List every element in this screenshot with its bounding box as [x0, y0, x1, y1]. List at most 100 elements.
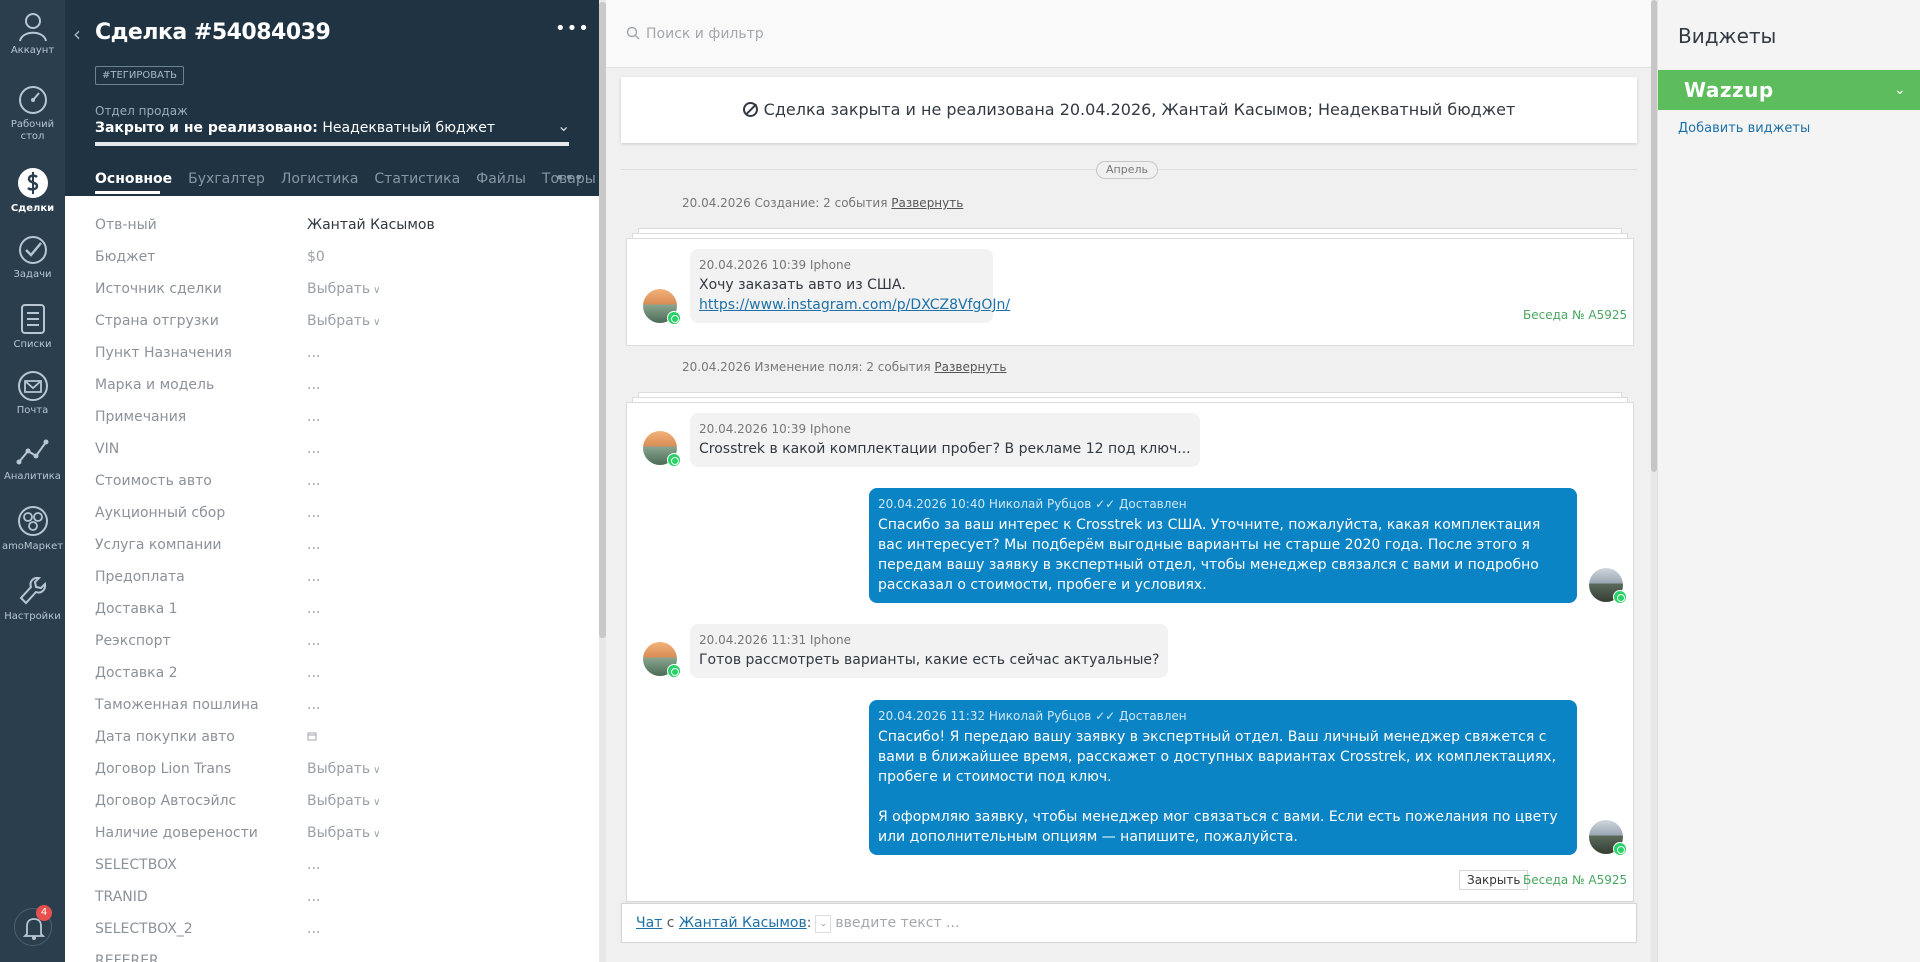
- back-chevron-icon[interactable]: ‹: [73, 22, 81, 46]
- composer-with-text: с: [666, 915, 675, 931]
- conversation-number[interactable]: Беседа № A5925: [1523, 873, 1627, 887]
- field-value[interactable]: ...: [307, 889, 320, 905]
- field-value[interactable]: ...: [307, 441, 320, 457]
- event-group-text: 20.04.2026 Создание: 2 события: [682, 196, 888, 210]
- field-value[interactable]: ...: [307, 537, 320, 553]
- tab-files[interactable]: Файлы: [476, 171, 526, 187]
- nav-item-lists[interactable]: Списки: [0, 302, 65, 351]
- lead-field: Примечания...: [95, 404, 575, 436]
- message-link[interactable]: https://www.instagram.com/p/DXCZ8VfgOJn/: [699, 297, 1010, 313]
- message-text: Crosstrek в какой комплектации пробег? В…: [699, 441, 1191, 457]
- chevron-down-icon[interactable]: ⌄: [557, 116, 570, 135]
- field-select[interactable]: Выбрать ∨: [307, 825, 381, 841]
- lead-field: Бюджет $0: [95, 244, 575, 276]
- notifications-badge: 4: [36, 905, 52, 921]
- nav-item-leads[interactable]: Сделки: [0, 166, 65, 215]
- lead-field: Договор Автосэйлс Выбрать ∨: [95, 788, 575, 820]
- nav-item-analytics[interactable]: Аналитика: [0, 436, 65, 483]
- lead-field: Отв-ный Жантай Касымов: [95, 212, 575, 244]
- field-value[interactable]: ...: [307, 409, 320, 425]
- status-reason: Неадекватный бюджет: [322, 120, 496, 136]
- tabs-more-icon[interactable]: •••: [555, 168, 583, 187]
- field-value[interactable]: ...: [307, 697, 320, 713]
- field-label: Стоимость авто: [95, 473, 212, 489]
- search-input[interactable]: [646, 22, 1246, 46]
- tab-statistics[interactable]: Статистика: [374, 171, 460, 187]
- chat-link[interactable]: Чат: [636, 915, 662, 931]
- field-value[interactable]: ...: [307, 921, 320, 937]
- field-select[interactable]: Выбрать ∨: [307, 761, 381, 777]
- field-label: Доставка 2: [95, 665, 178, 681]
- tab-accounting[interactable]: Бухгалтер: [188, 171, 265, 187]
- speedometer-icon: [18, 86, 47, 114]
- field-label: Аукционный сбор: [95, 505, 226, 521]
- message-text: Хочу заказать авто из США.: [699, 277, 906, 293]
- field-value[interactable]: ...: [307, 633, 320, 649]
- field-label: SELECTBOX: [95, 857, 177, 873]
- field-select[interactable]: Выбрать ∨: [307, 313, 381, 329]
- field-label: Отв-ный: [95, 217, 157, 233]
- calendar-icon[interactable]: [307, 729, 317, 745]
- field-value[interactable]: ...: [307, 665, 320, 681]
- conversation-number[interactable]: Беседа № A5925: [1523, 308, 1627, 322]
- field-value[interactable]: $0: [307, 249, 325, 265]
- nav-item-mail[interactable]: Почта: [0, 370, 65, 417]
- message-meta: 20.04.2026 10:39 Iphone: [699, 258, 852, 272]
- event-group-created: 20.04.2026 Создание: 2 события Развернут…: [682, 196, 963, 210]
- lead-field: TRANID...: [95, 884, 575, 916]
- field-value[interactable]: ...: [307, 601, 320, 617]
- card-scrollbar-thumb[interactable]: [599, 2, 606, 638]
- chevron-down-icon[interactable]: ⌄: [1894, 70, 1906, 110]
- field-value-text: Выбрать: [307, 281, 371, 297]
- tag-button[interactable]: #ТЕГИРОВАТЬ: [95, 66, 184, 85]
- chevron-down-icon[interactable]: ⌄: [815, 915, 832, 933]
- field-value[interactable]: ...: [307, 857, 320, 873]
- field-label: VIN: [95, 441, 120, 457]
- nav-item-market[interactable]: amoМаркет: [0, 504, 65, 553]
- tab-logistics[interactable]: Логистика: [281, 171, 359, 187]
- message-input[interactable]: [835, 915, 1436, 931]
- field-value[interactable]: ...: [307, 345, 320, 361]
- lead-title: Сделка #54084039: [95, 20, 331, 45]
- widgets-title: Виджеты: [1678, 24, 1777, 48]
- market-icon: [17, 506, 48, 536]
- field-value[interactable]: Жантай Касымов: [307, 217, 435, 233]
- pipeline-status[interactable]: Закрыто и не реализовано: Неадекватный б…: [95, 120, 495, 136]
- field-value-text: Выбрать: [307, 313, 371, 329]
- nav-item-account[interactable]: Аккаунт: [0, 10, 65, 57]
- field-label: SELECTBOX_2: [95, 921, 193, 937]
- expand-link[interactable]: Развернуть: [934, 360, 1006, 374]
- nav-item-tasks[interactable]: Задачи: [0, 234, 65, 281]
- contact-link[interactable]: Жантай Касымов: [679, 915, 807, 931]
- lead-field: Аукционный сбор...: [95, 500, 575, 532]
- more-options-icon[interactable]: •••: [555, 18, 590, 39]
- field-select[interactable]: Выбрать ∨: [307, 793, 381, 809]
- message-meta: 20.04.2026 11:31 Iphone: [699, 633, 852, 647]
- field-value[interactable]: ...: [307, 505, 320, 521]
- tab-main[interactable]: Основное: [95, 171, 172, 187]
- nav-item-dashboard[interactable]: Рабочий стол: [0, 84, 65, 143]
- message-text: Спасибо за ваш интерес к Crosstrek из СШ…: [878, 517, 1545, 593]
- close-conversation-button[interactable]: Закрыть: [1459, 870, 1529, 890]
- message-meta: 20.04.2026 11:32 Николай Рубцов ✓✓ Доста…: [878, 709, 1187, 723]
- field-value-text: Выбрать: [307, 793, 371, 809]
- chevron-down-icon: ∨: [373, 317, 381, 328]
- nav-item-settings[interactable]: Настройки: [0, 574, 65, 623]
- field-label: REFERER: [95, 953, 159, 962]
- nav-label: amoМаркет: [1, 541, 64, 552]
- widgets-panel: Виджеты Wazzup ⌄ Добавить виджеты: [1657, 0, 1920, 962]
- nav-label: Почта: [16, 405, 49, 416]
- wrench-icon: [19, 576, 46, 605]
- field-select[interactable]: Выбрать ∨: [307, 281, 381, 297]
- field-value[interactable]: ...: [307, 377, 320, 393]
- field-value[interactable]: ...: [307, 473, 320, 489]
- card-scrollbar[interactable]: [599, 0, 606, 962]
- nav-label: Аналитика: [4, 471, 61, 482]
- nav-label: Рабочий стол: [10, 119, 55, 142]
- wazzup-widget[interactable]: Wazzup ⌄: [1658, 70, 1920, 110]
- field-value[interactable]: ...: [307, 569, 320, 585]
- expand-link[interactable]: Развернуть: [891, 196, 963, 210]
- lead-field: Источник сделки Выбрать ∨: [95, 276, 575, 308]
- add-widgets-link[interactable]: Добавить виджеты: [1678, 121, 1810, 136]
- field-label: Примечания: [95, 409, 187, 425]
